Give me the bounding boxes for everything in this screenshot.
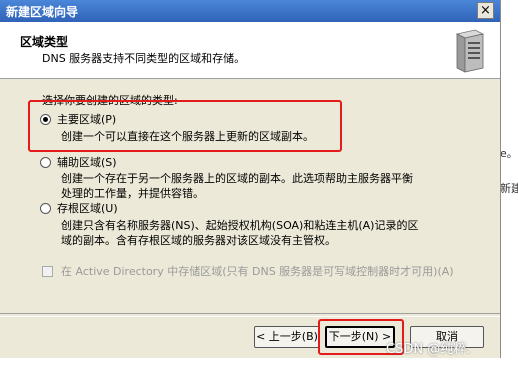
page-subtitle: DNS 服务器支持不同类型的区域和存储。 [42,52,246,65]
secondary-zone-description: 创建一个存在于另一个服务器上的区域的副本。此选项帮助主服务器平衡 处理的工作量，… [61,171,413,201]
radio-secondary-zone-label[interactable]: 辅助区域(S) [57,154,117,170]
server-icon [455,29,485,73]
radio-button[interactable] [40,113,51,125]
description-line: 域的副本。含有存根区域的服务器对该区域没有主管权。 [61,234,336,247]
radio-button[interactable] [40,202,51,214]
store-in-ad-option: 在 Active Directory 中存储区域(只有 DNS 服务器是可写域控… [42,264,481,279]
stub-zone-description: 创建只含有名称服务器(NS)、起始授权机构(SOA)和粘连主机(A)记录的区 域… [61,218,418,248]
zone-type-prompt: 选择你要创建的区域的类型: [42,94,178,107]
description-line: 处理的工作量，并提供容错。 [61,187,204,200]
radio-stub-zone[interactable]: 存根区域(U) [40,200,118,216]
footer-divider [0,313,500,317]
radio-primary-zone[interactable]: 主要区域(P) [40,111,116,127]
store-in-ad-label: 在 Active Directory 中存储区域(只有 DNS 服务器是可写域控… [61,265,454,278]
radio-primary-zone-label[interactable]: 主要区域(P) [57,111,116,127]
title-bar[interactable]: 新建区域向导 × [0,0,500,22]
description-line: 创建一个可以直接在这个服务器上更新的区域副本。 [61,130,314,143]
next-button[interactable]: 下一步(N) > [325,326,395,348]
back-button[interactable]: < 上一步(B) [254,326,320,348]
background-text: e。 a [500,147,518,160]
radio-button[interactable] [40,156,51,168]
page-title: 区域类型 [20,35,69,49]
store-in-ad-checkbox [42,266,53,277]
close-button[interactable]: × [477,2,494,19]
window-title: 新建区域向导 [6,5,79,19]
wizard-header: 区域类型 DNS 服务器支持不同类型的区域和存储。 [0,22,500,79]
description-line: 创建只含有名称服务器(NS)、起始授权机构(SOA)和粘连主机(A)记录的区 [61,219,419,232]
radio-stub-zone-label[interactable]: 存根区域(U) [57,200,118,216]
description-line: 创建一个存在于另一个服务器上的区域的副本。此选项帮助主服务器平衡 [61,172,413,185]
background-text: 新建 [500,182,518,195]
radio-secondary-zone[interactable]: 辅助区域(S) [40,154,117,170]
new-zone-wizard-dialog: 新建区域向导 × 区域类型 DNS 服务器支持不同类型的区域和存储。 选择你要创… [0,0,501,358]
watermark: CSDN @纯粹. [386,342,471,357]
primary-zone-description: 创建一个可以直接在这个服务器上更新的区域副本。 [61,129,314,144]
